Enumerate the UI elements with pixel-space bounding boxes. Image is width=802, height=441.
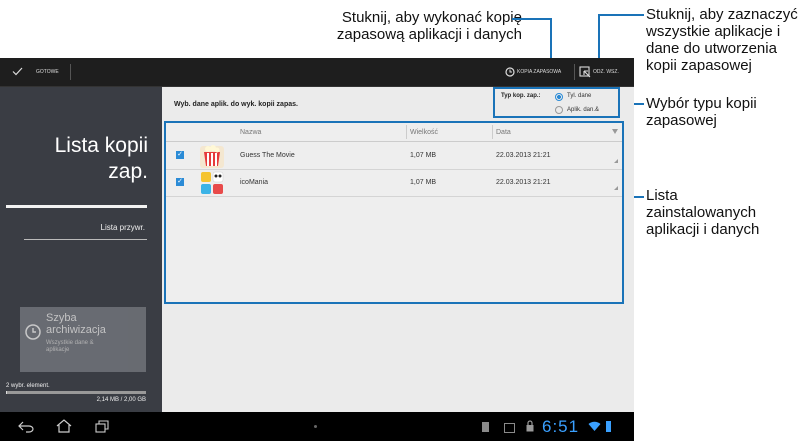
guess-the-movie-app-icon [200,145,224,168]
list-header: Nazwa Wielkość Data [166,123,622,142]
leader-line-selectall-h [598,14,644,16]
leader-line-backup-h [512,18,552,20]
table-row[interactable]: ✓ Guess The Movie 1,07 MB 22.03.2013 21:… [166,143,622,170]
icomania-app-icon [201,171,224,194]
nav-center-dot [314,425,317,428]
app-list: Nazwa Wielkość Data ✓ Guess The Movie 1,… [164,121,624,304]
done-button[interactable]: GOTOWE [8,58,64,86]
app-size: 1,07 MB [410,152,437,159]
quick-backup-title-line2: archiwizacja [46,324,106,336]
file-notification-icon [482,422,489,432]
backup-button[interactable]: KOPIA ZAPASOWA [502,58,572,86]
callout-select-all-line2: wszystkie aplikacje i [646,23,781,40]
storage-bar-fill [6,391,7,394]
callout-backup-type-line2: zapasowej [646,112,717,129]
quick-backup-sub-line1: Wszystkie dane & [46,340,94,346]
sidebar-title-line1: Lista kopii [54,134,148,157]
action-bar-divider-2 [574,64,575,80]
callout-app-list-line2: zainstalowanych [646,204,757,221]
backup-type-option-data[interactable]: Tyl. dane [555,91,619,102]
app-name: icoMania [240,179,269,186]
selected-count: 2 wybr. element. [6,383,50,389]
storage-value: 2,14 MB / 2,00 GB [96,397,146,403]
status-time: 6:51 [542,417,580,436]
checkbox-checked-icon[interactable]: ✓ [176,151,184,159]
home-icon[interactable] [56,419,72,433]
select-all-label: ODZ. WSZ. [593,69,619,75]
callout-select-all: Stuknij, aby zaznaczyć wszystkie aplikac… [646,6,802,74]
action-bar-divider [70,64,71,80]
radio-selected-icon [555,93,563,101]
checkmark-icon [12,67,23,76]
tablet-screen: GOTOWE KOPIA ZAPASOWA ODZ. WSZ. Lista ko… [0,58,634,441]
restore-list-label: Lista przywr. [100,223,145,232]
sidebar-active-indicator[interactable] [6,205,147,208]
backup-label: KOPIA ZAPASOWA [517,69,562,75]
checkbox-checked-icon[interactable]: ✓ [176,178,184,186]
image-notification-icon [504,423,515,433]
callout-select-all-line3: dane do utworzenia [646,40,777,57]
sort-arrow-icon[interactable] [612,129,618,134]
column-divider-2 [492,125,493,139]
column-header-size[interactable]: Wielkość [410,129,438,136]
lock-icon [526,420,534,432]
content-area: Wyb. dane aplik. do wyk. kopii zapas. Ty… [162,87,634,412]
quick-backup-subtitle: Wszystkie dane & aplikacje [46,340,94,354]
callout-backup-line2: zapasową aplikacji i danych [336,26,522,43]
callout-backup-line1: Stuknij, aby wykonać kopię [341,9,522,26]
sidebar-title-line2: zap. [108,160,148,183]
expand-corner-icon[interactable] [614,159,618,163]
app-size: 1,07 MB [410,179,437,186]
restore-list-divider [24,239,147,240]
backup-type-option-apps-label: Aplik. dan.& [567,107,600,113]
expand-corner-icon[interactable] [614,186,618,190]
recent-apps-icon[interactable] [95,420,109,433]
column-divider [406,125,407,139]
backup-type-option-apps[interactable]: Aplik. dan.& [555,104,619,115]
quick-backup-sub-line2: aplikacje [46,347,70,353]
callout-app-list: Lista zainstalowanych aplikacji i danych [646,187,802,238]
callout-backup-type: Wybór typu kopii zapasowej [646,95,802,129]
sidebar-title: Lista kopii zap. [55,133,148,185]
system-nav-bar: 6:51 [0,412,634,441]
callout-app-list-line3: aplikacji i danych [646,221,760,238]
radio-unselected-icon [555,106,563,114]
table-row[interactable]: ✓ icoMania 1,07 MB 22.03.2013 21:21 [166,170,622,197]
battery-icon [606,421,611,432]
callout-backup-type-line1: Wybór typu kopii [646,95,757,112]
wifi-icon [588,421,601,431]
callout-app-list-line1: Lista [646,187,678,204]
select-all-icon [579,66,591,78]
backup-clock-icon [25,324,41,340]
backup-type-box: Typ kop. zap.: Tyl. dane Aplik. dan.& [493,87,620,118]
backup-icon [505,67,515,77]
done-label: GOTOWE [36,69,59,75]
sidebar: Lista kopii zap. Lista przywr. Szyba arc… [0,87,162,412]
column-header-name[interactable]: Nazwa [240,129,261,136]
backup-type-label: Typ kop. zap.: [501,93,541,99]
callout-select-all-line4: kopii zapasowej [646,57,752,74]
quick-backup-title: Szyba archiwizacja [46,312,106,336]
action-bar: GOTOWE KOPIA ZAPASOWA ODZ. WSZ. [0,58,634,87]
quick-backup-tile[interactable]: Szyba archiwizacja Wszystkie dane & apli… [20,307,146,372]
storage-bar [6,391,146,394]
column-header-date[interactable]: Data [496,129,511,136]
backup-type-option-data-label: Tyl. dane [567,93,592,99]
restore-list-item[interactable]: Lista przywr. [6,211,147,241]
app-date: 22.03.2013 21:21 [496,179,551,186]
callout-select-all-line1: Stuknij, aby zaznaczyć [646,6,798,23]
quick-backup-title-line1: Szyba [46,312,77,324]
app-date: 22.03.2013 21:21 [496,152,551,159]
content-header-text: Wyb. dane aplik. do wyk. kopii zapas. [174,101,298,108]
callout-backup: Stuknij, aby wykonać kopię zapasową apli… [314,9,522,43]
select-all-button[interactable]: ODZ. WSZ. [578,58,634,86]
app-name: Guess The Movie [240,152,295,159]
back-icon[interactable] [18,421,34,433]
